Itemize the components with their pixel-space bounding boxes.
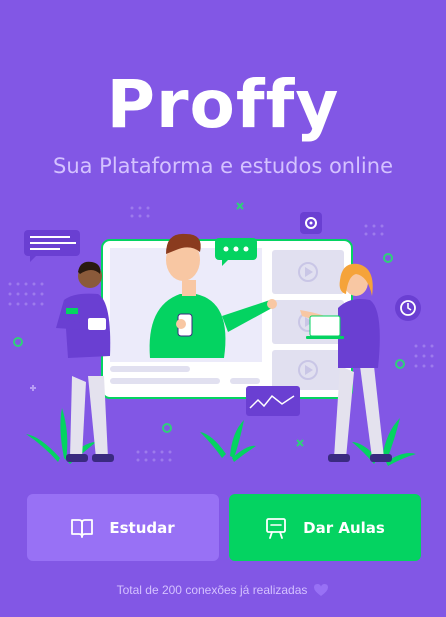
total-connections-text: Total de 200 conexões já realizadas (116, 583, 308, 597)
presentation-board-icon (265, 517, 287, 539)
total-connections: Total de 200 conexões já realizadas (0, 583, 446, 597)
study-button[interactable]: Estudar (27, 494, 219, 561)
hero-illustration (8, 202, 434, 466)
book-open-icon (71, 518, 94, 538)
hero-subtitle: Sua Plataforma e estudos online (52, 154, 393, 178)
teach-button[interactable]: Dar Aulas (229, 494, 421, 561)
heart-icon (313, 583, 329, 597)
teach-button-label: Dar Aulas (303, 518, 385, 537)
app-logo: Proffy (106, 66, 340, 143)
study-button-label: Estudar (109, 518, 175, 537)
